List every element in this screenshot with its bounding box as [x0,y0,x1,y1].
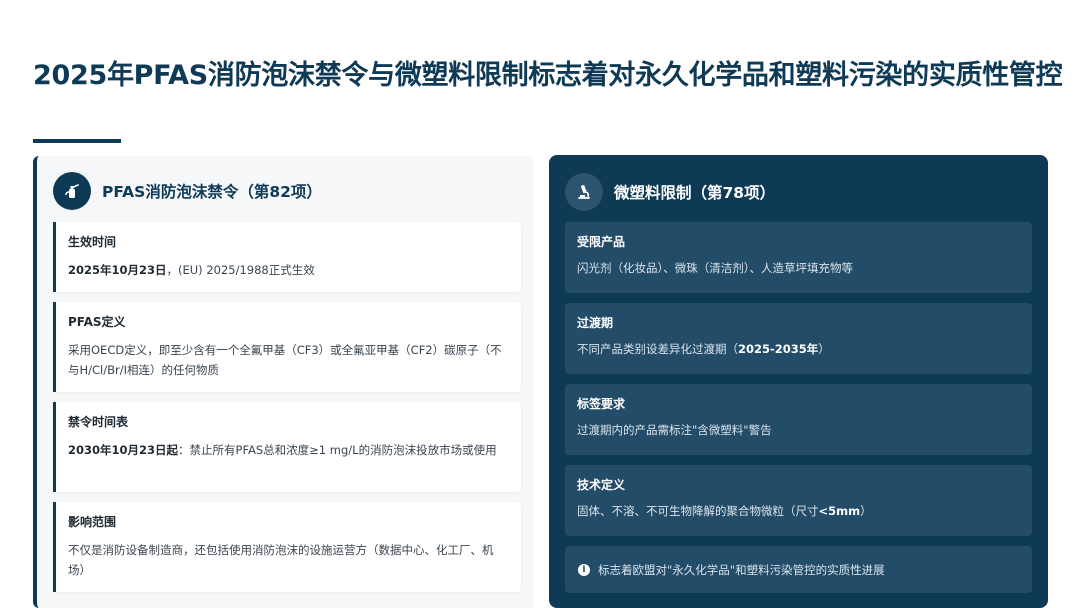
card-text: 闪光剂（化妆品）、微珠（清洁剂）、人造草坪填充物等 [577,261,853,275]
pfas-panel-header: PFAS消防泡沫禁令（第82项） [53,172,322,210]
pfas-panel: PFAS消防泡沫禁令（第82项） 生效时间 2025年10月23日，(EU) 2… [33,156,533,608]
fire-extinguisher-icon [53,172,91,210]
card-text-pre: 不同产品类别设差异化过渡期（ [577,342,738,356]
pfas-panel-title: PFAS消防泡沫禁令（第82项） [102,183,322,201]
card-label: 过渡期 [577,316,614,330]
page-title: 2025年PFAS消防泡沫禁令与微塑料限制标志着对永久化学品和塑料污染的实质性管… [33,60,1063,91]
card-label: 影响范围 [68,515,117,529]
card-text-rest: ，(EU) 2025/1988正式生效 [166,263,315,277]
card-text: 采用OECD定义，即至少含有一个全氟甲基（CF3）或全氟亚甲基（CF2）碳原子（… [68,343,502,377]
card-ban-timeline: 禁令时间表 2030年10月23日起：禁止所有PFAS总和浓度≥1 mg/L的消… [53,402,521,492]
card-text: 不同产品类别设差异化过渡期（2025-2035年） [577,339,1020,359]
card-transition-period: 过渡期 不同产品类别设差异化过渡期（2025-2035年） [565,303,1032,374]
summary-note: i 标志着欧盟对"永久化学品"和塑料污染管控的实质性进展 [565,546,1032,593]
card-text: 不仅是消防设备制造商，还包括使用消防泡沫的设施运营方（数据中心、化工厂、机场） [68,543,494,577]
microplastics-panel-title: 微塑料限制（第78项） [614,184,776,202]
summary-note-text: 标志着欧盟对"永久化学品"和塑料污染管控的实质性进展 [598,562,885,577]
card-text-bold: 2030年10月23日起 [68,443,179,457]
title-underline [33,139,121,143]
card-text: 2025年10月23日，(EU) 2025/1988正式生效 [68,260,509,280]
info-icon: i [578,563,590,576]
card-text: 固体、不溶、不可生物降解的聚合物微粒（尺寸<5mm） [577,501,1020,521]
card-effective-date: 生效时间 2025年10月23日，(EU) 2025/1988正式生效 [53,222,521,292]
card-technical-definition: 技术定义 固体、不溶、不可生物降解的聚合物微粒（尺寸<5mm） [565,465,1032,536]
microscope-icon [565,173,603,211]
card-label-requirements: 标签要求 过渡期内的产品需标注"含微塑料"警告 [565,384,1032,455]
card-text-bold: 2025-2035年 [738,342,819,356]
card-label: 技术定义 [577,478,626,492]
card-text-pre: 固体、不溶、不可生物降解的聚合物微粒（尺寸 [577,504,819,518]
card-text-post: ） [860,504,872,518]
card-label: PFAS定义 [68,315,126,329]
card-text-post: ） [818,342,830,356]
microplastics-panel: 微塑料限制（第78项） 受限产品 闪光剂（化妆品）、微珠（清洁剂）、人造草坪填充… [549,155,1048,608]
card-label: 受限产品 [577,235,626,249]
card-text-rest: ：禁止所有PFAS总和浓度≥1 mg/L的消防泡沫投放市场或使用 [178,443,497,457]
card-pfas-definition: PFAS定义 采用OECD定义，即至少含有一个全氟甲基（CF3）或全氟亚甲基（C… [53,302,521,392]
card-text-bold: 2025年10月23日 [68,263,167,277]
microplastics-panel-header: 微塑料限制（第78项） [565,173,775,211]
card-label: 生效时间 [68,235,117,249]
card-text-bold: <5mm [818,504,861,518]
card-impact-scope: 影响范围 不仅是消防设备制造商，还包括使用消防泡沫的设施运营方（数据中心、化工厂… [53,502,521,592]
card-label: 禁令时间表 [68,415,129,429]
card-label: 标签要求 [577,397,626,411]
card-text: 过渡期内的产品需标注"含微塑料"警告 [577,423,772,437]
card-text: 2030年10月23日起：禁止所有PFAS总和浓度≥1 mg/L的消防泡沫投放市… [68,440,509,460]
card-restricted-products: 受限产品 闪光剂（化妆品）、微珠（清洁剂）、人造草坪填充物等 [565,222,1032,293]
